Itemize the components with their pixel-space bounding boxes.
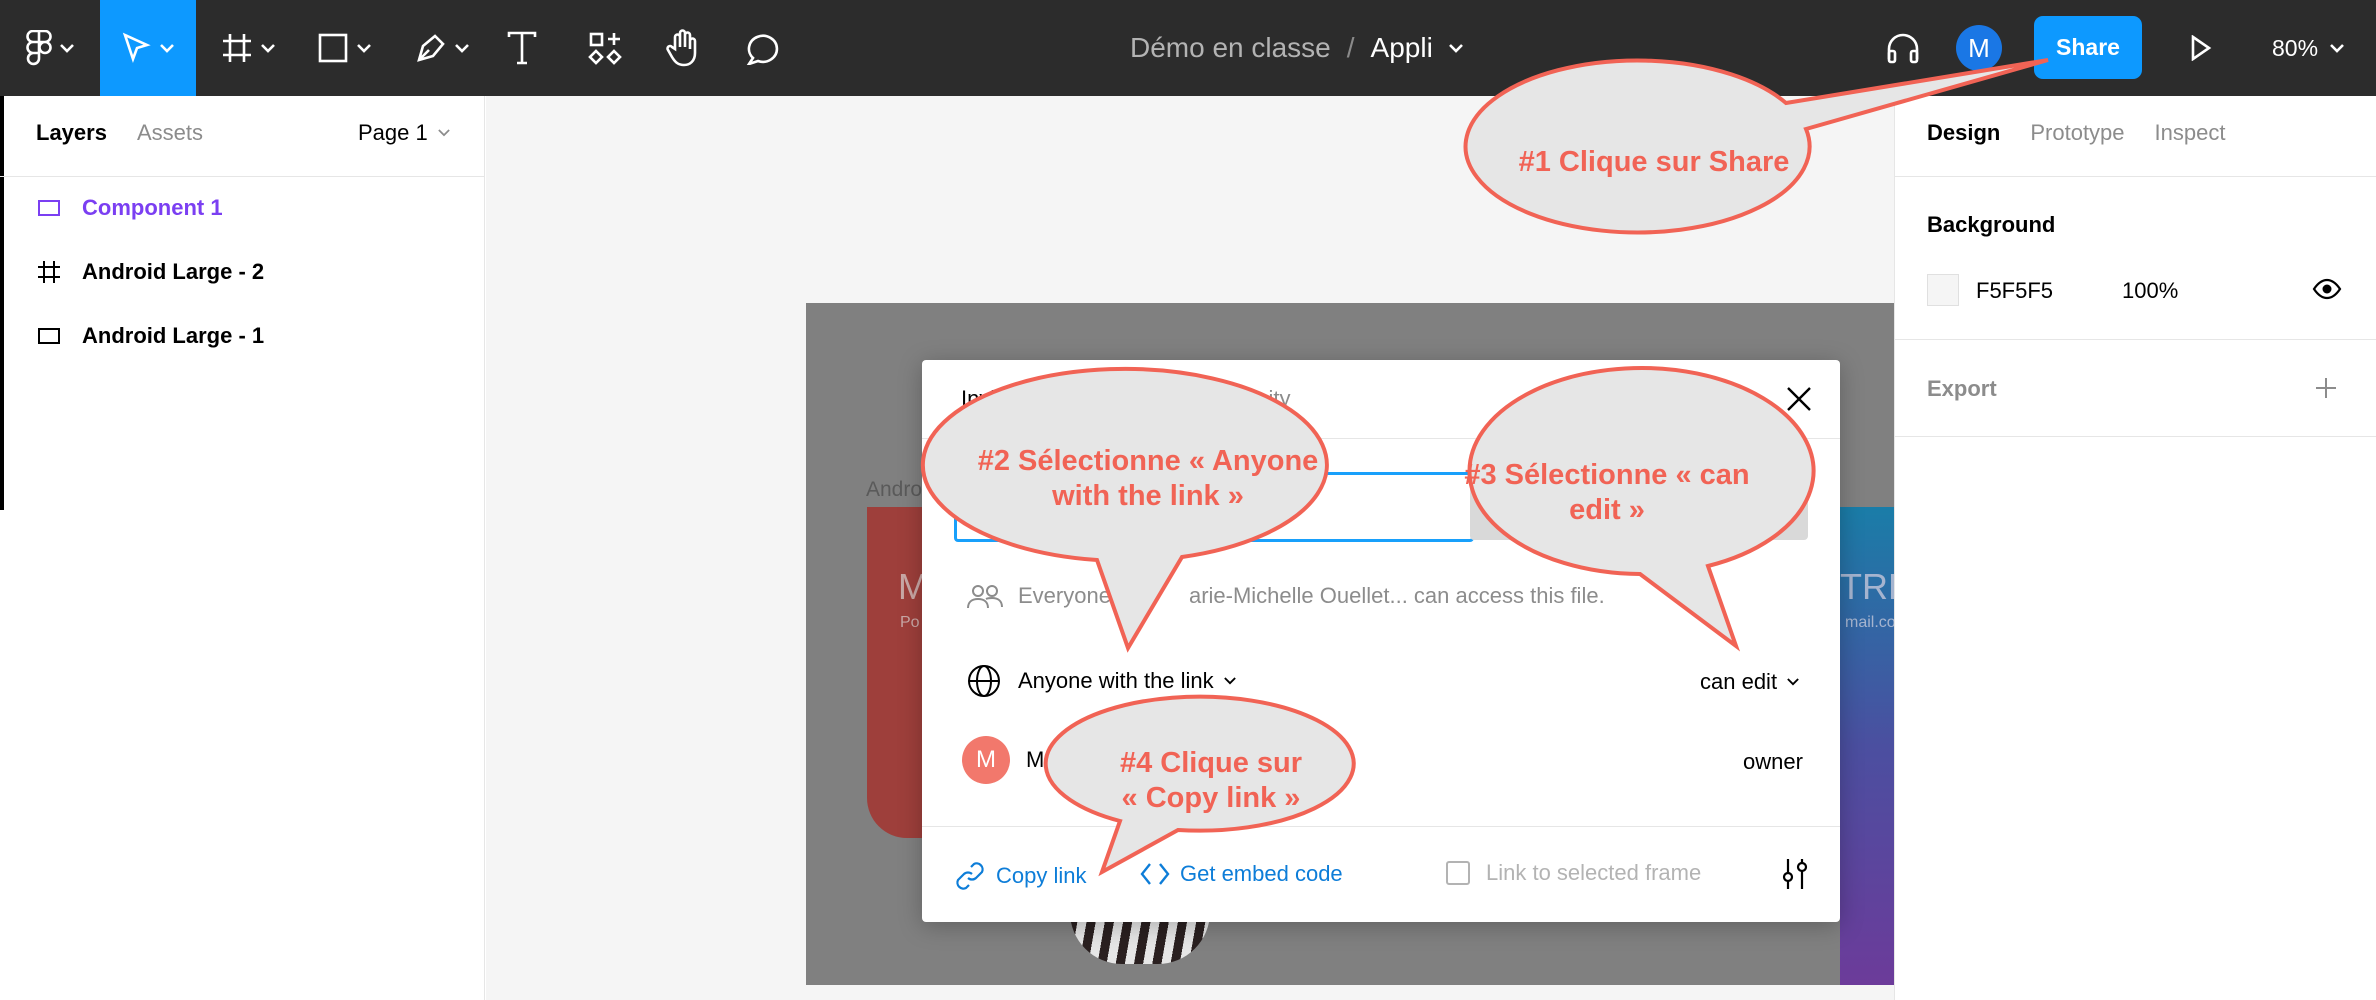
callout-2-line-1: #2 Sélectionne « Anyone [978, 445, 1319, 477]
callout-1-line-1: #1 Clique sur Share [1519, 146, 1790, 178]
callout-1: #1 Clique sur Share [1463, 58, 2049, 235]
callout-3: #3 Sélectionne « can edit » [1464, 366, 1816, 652]
callout-2: #2 Sélectionne « Anyone with the link » [920, 366, 1329, 653]
callout-4-line-2: « Copy link » [1122, 782, 1301, 814]
callout-3-line-2: edit » [1569, 494, 1645, 526]
callout-3-line-1: #3 Sélectionne « can [1464, 459, 1749, 491]
callout-4: #4 Clique sur « Copy link » [1043, 694, 1356, 877]
callout-4-line-1: #4 Clique sur [1120, 747, 1302, 779]
annotation-layer: #1 Clique sur Share #2 Sélectionne « Any… [920, 58, 2049, 877]
callout-2-line-2: with the link » [1051, 480, 1244, 512]
